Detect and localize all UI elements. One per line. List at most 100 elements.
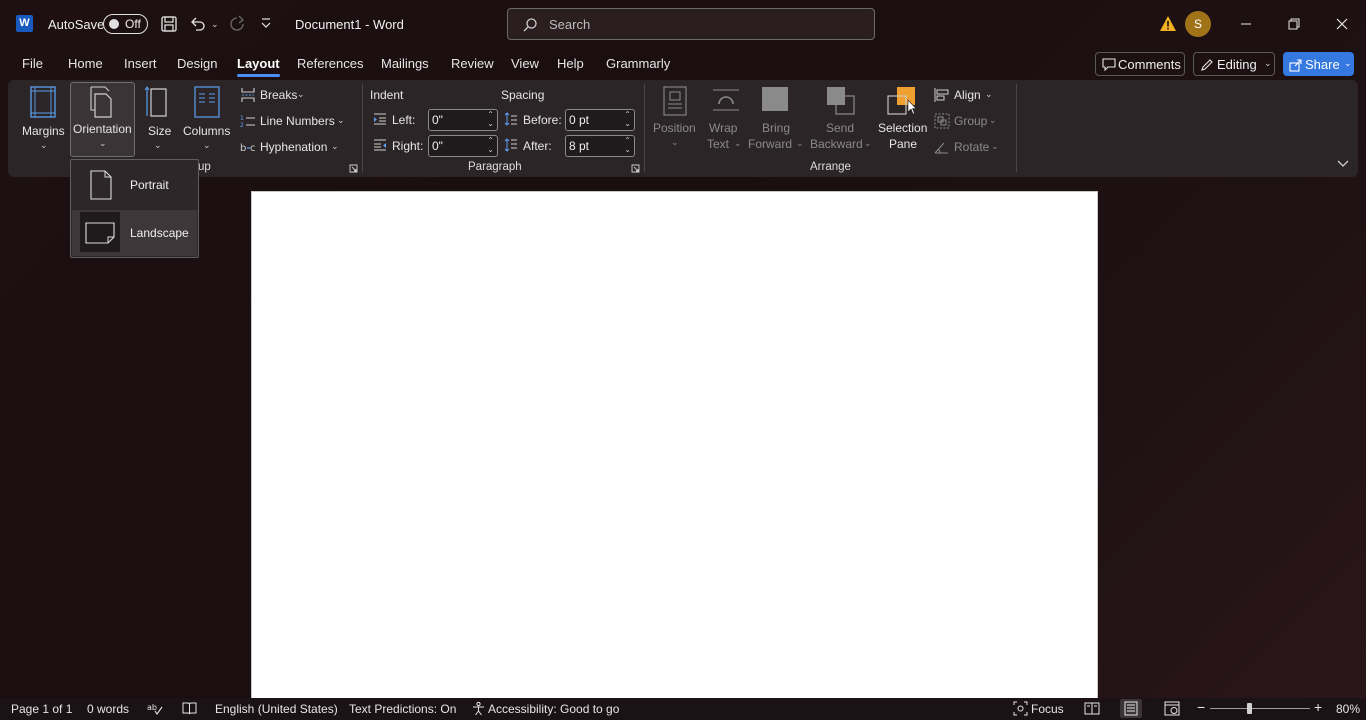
share-button[interactable]: Share ⌄ xyxy=(1283,52,1354,76)
undo-dropdown-icon[interactable]: ⌄ xyxy=(211,19,219,30)
zoom-in-icon[interactable]: + xyxy=(1314,699,1322,715)
chevron-down-icon: ⌄ xyxy=(985,89,993,99)
align-button[interactable]: Align ⌄ xyxy=(934,86,996,106)
tab-file[interactable]: File xyxy=(22,56,43,71)
undo-icon[interactable] xyxy=(188,14,208,34)
share-label: Share xyxy=(1305,57,1340,72)
breaks-button[interactable]: Breaks ⌄ xyxy=(240,86,320,106)
focus-mode-label[interactable]: Focus xyxy=(1031,702,1064,716)
autosave-state: Off xyxy=(125,17,141,31)
portrait-page-icon xyxy=(89,170,113,200)
language-indicator[interactable]: English (United States) xyxy=(215,702,338,716)
indent-label: Indent xyxy=(370,88,404,102)
spacing-before-input[interactable]: 0 pt ⌃ ⌄ xyxy=(565,109,635,131)
align-label: Align xyxy=(954,88,981,102)
spacing-after-icon xyxy=(504,138,518,152)
bring-forward-icon xyxy=(761,86,791,116)
tab-home[interactable]: Home xyxy=(68,56,103,71)
page-setup-dialog-launcher-icon[interactable] xyxy=(349,164,358,173)
print-layout-view-button[interactable] xyxy=(1120,699,1142,718)
autosave-toggle[interactable]: Off xyxy=(103,14,148,34)
line-numbers-button[interactable]: 12 Line Numbers ⌄ xyxy=(240,112,350,132)
hyphenation-label: Hyphenation xyxy=(260,140,328,154)
accessibility-status[interactable]: Accessibility: Good to go xyxy=(488,702,619,716)
chevron-down-icon: ⌄ xyxy=(337,115,345,125)
page-count[interactable]: Page 1 of 1 xyxy=(11,702,72,716)
read-mode-icon[interactable] xyxy=(1084,701,1100,716)
indent-left-label: Left: xyxy=(392,113,416,127)
columns-button[interactable]: Columns ⌄ xyxy=(180,84,234,154)
save-icon[interactable] xyxy=(159,14,179,34)
margins-icon xyxy=(30,86,56,118)
spin-down-icon[interactable]: ⌄ xyxy=(624,145,631,154)
position-button: Position ⌄ xyxy=(650,84,700,156)
customize-toolbar-icon[interactable] xyxy=(260,16,272,30)
spin-up-icon[interactable]: ⌃ xyxy=(487,110,494,119)
zoom-slider-track[interactable] xyxy=(1210,708,1310,709)
breaks-icon xyxy=(240,87,256,103)
orientation-landscape-item[interactable]: Landscape xyxy=(72,210,197,256)
tab-help[interactable]: Help xyxy=(557,56,584,71)
tab-view[interactable]: View xyxy=(511,56,539,71)
size-button[interactable]: Size ⌄ xyxy=(140,84,176,154)
chevron-down-icon: ⌄ xyxy=(671,137,679,147)
spacing-after-value: 8 pt xyxy=(569,139,590,153)
text-predictions-status[interactable]: Text Predictions: On xyxy=(349,702,456,716)
editing-mode-button[interactable]: Editing ⌄ xyxy=(1193,52,1275,76)
tab-mailings[interactable]: Mailings xyxy=(381,56,429,71)
spacing-after-input[interactable]: 8 pt ⌃ ⌄ xyxy=(565,135,635,157)
chevron-down-icon: ⌄ xyxy=(40,140,48,150)
comments-button[interactable]: Comments xyxy=(1095,52,1185,76)
spin-down-icon[interactable]: ⌄ xyxy=(624,119,631,128)
toggle-knob xyxy=(109,19,119,29)
ribbon-expand-icon[interactable] xyxy=(1337,160,1349,168)
bring-forward-label-line1: Bring xyxy=(762,121,791,135)
user-avatar[interactable]: S xyxy=(1185,11,1211,37)
line-numbers-icon: 12 xyxy=(240,113,256,129)
zoom-out-icon[interactable]: − xyxy=(1197,699,1205,715)
hyphenation-button[interactable]: bc Hyphenation ⌄ xyxy=(240,138,344,158)
indent-left-input[interactable]: 0" ⌃ ⌄ xyxy=(428,109,498,131)
redo-icon xyxy=(227,14,247,34)
spin-up-icon[interactable]: ⌃ xyxy=(624,136,631,145)
zoom-level[interactable]: 80% xyxy=(1336,702,1360,716)
web-layout-icon[interactable] xyxy=(1164,701,1180,716)
selection-pane-icon xyxy=(887,86,917,116)
bring-forward-label-line2: Forward xyxy=(748,137,793,151)
search-placeholder: Search xyxy=(549,17,591,32)
indent-right-input[interactable]: 0" ⌃ ⌄ xyxy=(428,135,498,157)
focus-icon[interactable] xyxy=(1013,701,1028,716)
document-page[interactable] xyxy=(251,191,1098,701)
spin-up-icon[interactable]: ⌃ xyxy=(624,110,631,119)
tab-layout[interactable]: Layout xyxy=(237,56,280,77)
orientation-portrait-item[interactable]: Portrait xyxy=(72,162,197,208)
accessibility-icon[interactable] xyxy=(471,701,486,716)
tab-grammarly[interactable]: Grammarly xyxy=(606,56,670,71)
proofing-icon[interactable]: ab xyxy=(147,701,163,716)
group-separator xyxy=(644,84,645,172)
word-count[interactable]: 0 words xyxy=(87,702,129,716)
zoom-slider-thumb[interactable] xyxy=(1247,703,1252,714)
search-input[interactable]: Search xyxy=(507,8,875,40)
tab-review[interactable]: Review xyxy=(451,56,494,71)
spin-down-icon[interactable]: ⌄ xyxy=(487,119,494,128)
close-icon[interactable] xyxy=(1330,12,1354,36)
chevron-down-icon: ⌄ xyxy=(989,115,997,125)
margins-button[interactable]: Margins ⌄ xyxy=(18,84,70,154)
selection-pane-button[interactable]: Selection Pane xyxy=(874,84,930,156)
spin-down-icon[interactable]: ⌄ xyxy=(487,145,494,154)
spacing-before-label: Before: xyxy=(523,113,562,127)
orientation-button[interactable]: Orientation ⌄ xyxy=(70,82,135,157)
page-setup-group-label: up xyxy=(198,161,211,173)
minimize-icon[interactable] xyxy=(1234,12,1258,36)
comment-icon xyxy=(1102,58,1116,71)
tab-references[interactable]: References xyxy=(297,56,363,71)
tab-design[interactable]: Design xyxy=(177,56,217,71)
read-mode-book-icon[interactable] xyxy=(182,701,197,716)
warning-icon[interactable] xyxy=(1159,15,1177,32)
tab-insert[interactable]: Insert xyxy=(124,56,157,71)
spin-up-icon[interactable]: ⌃ xyxy=(487,136,494,145)
restore-icon[interactable] xyxy=(1282,12,1306,36)
paragraph-dialog-launcher-icon[interactable] xyxy=(631,164,640,173)
svg-text:ab: ab xyxy=(147,703,157,712)
